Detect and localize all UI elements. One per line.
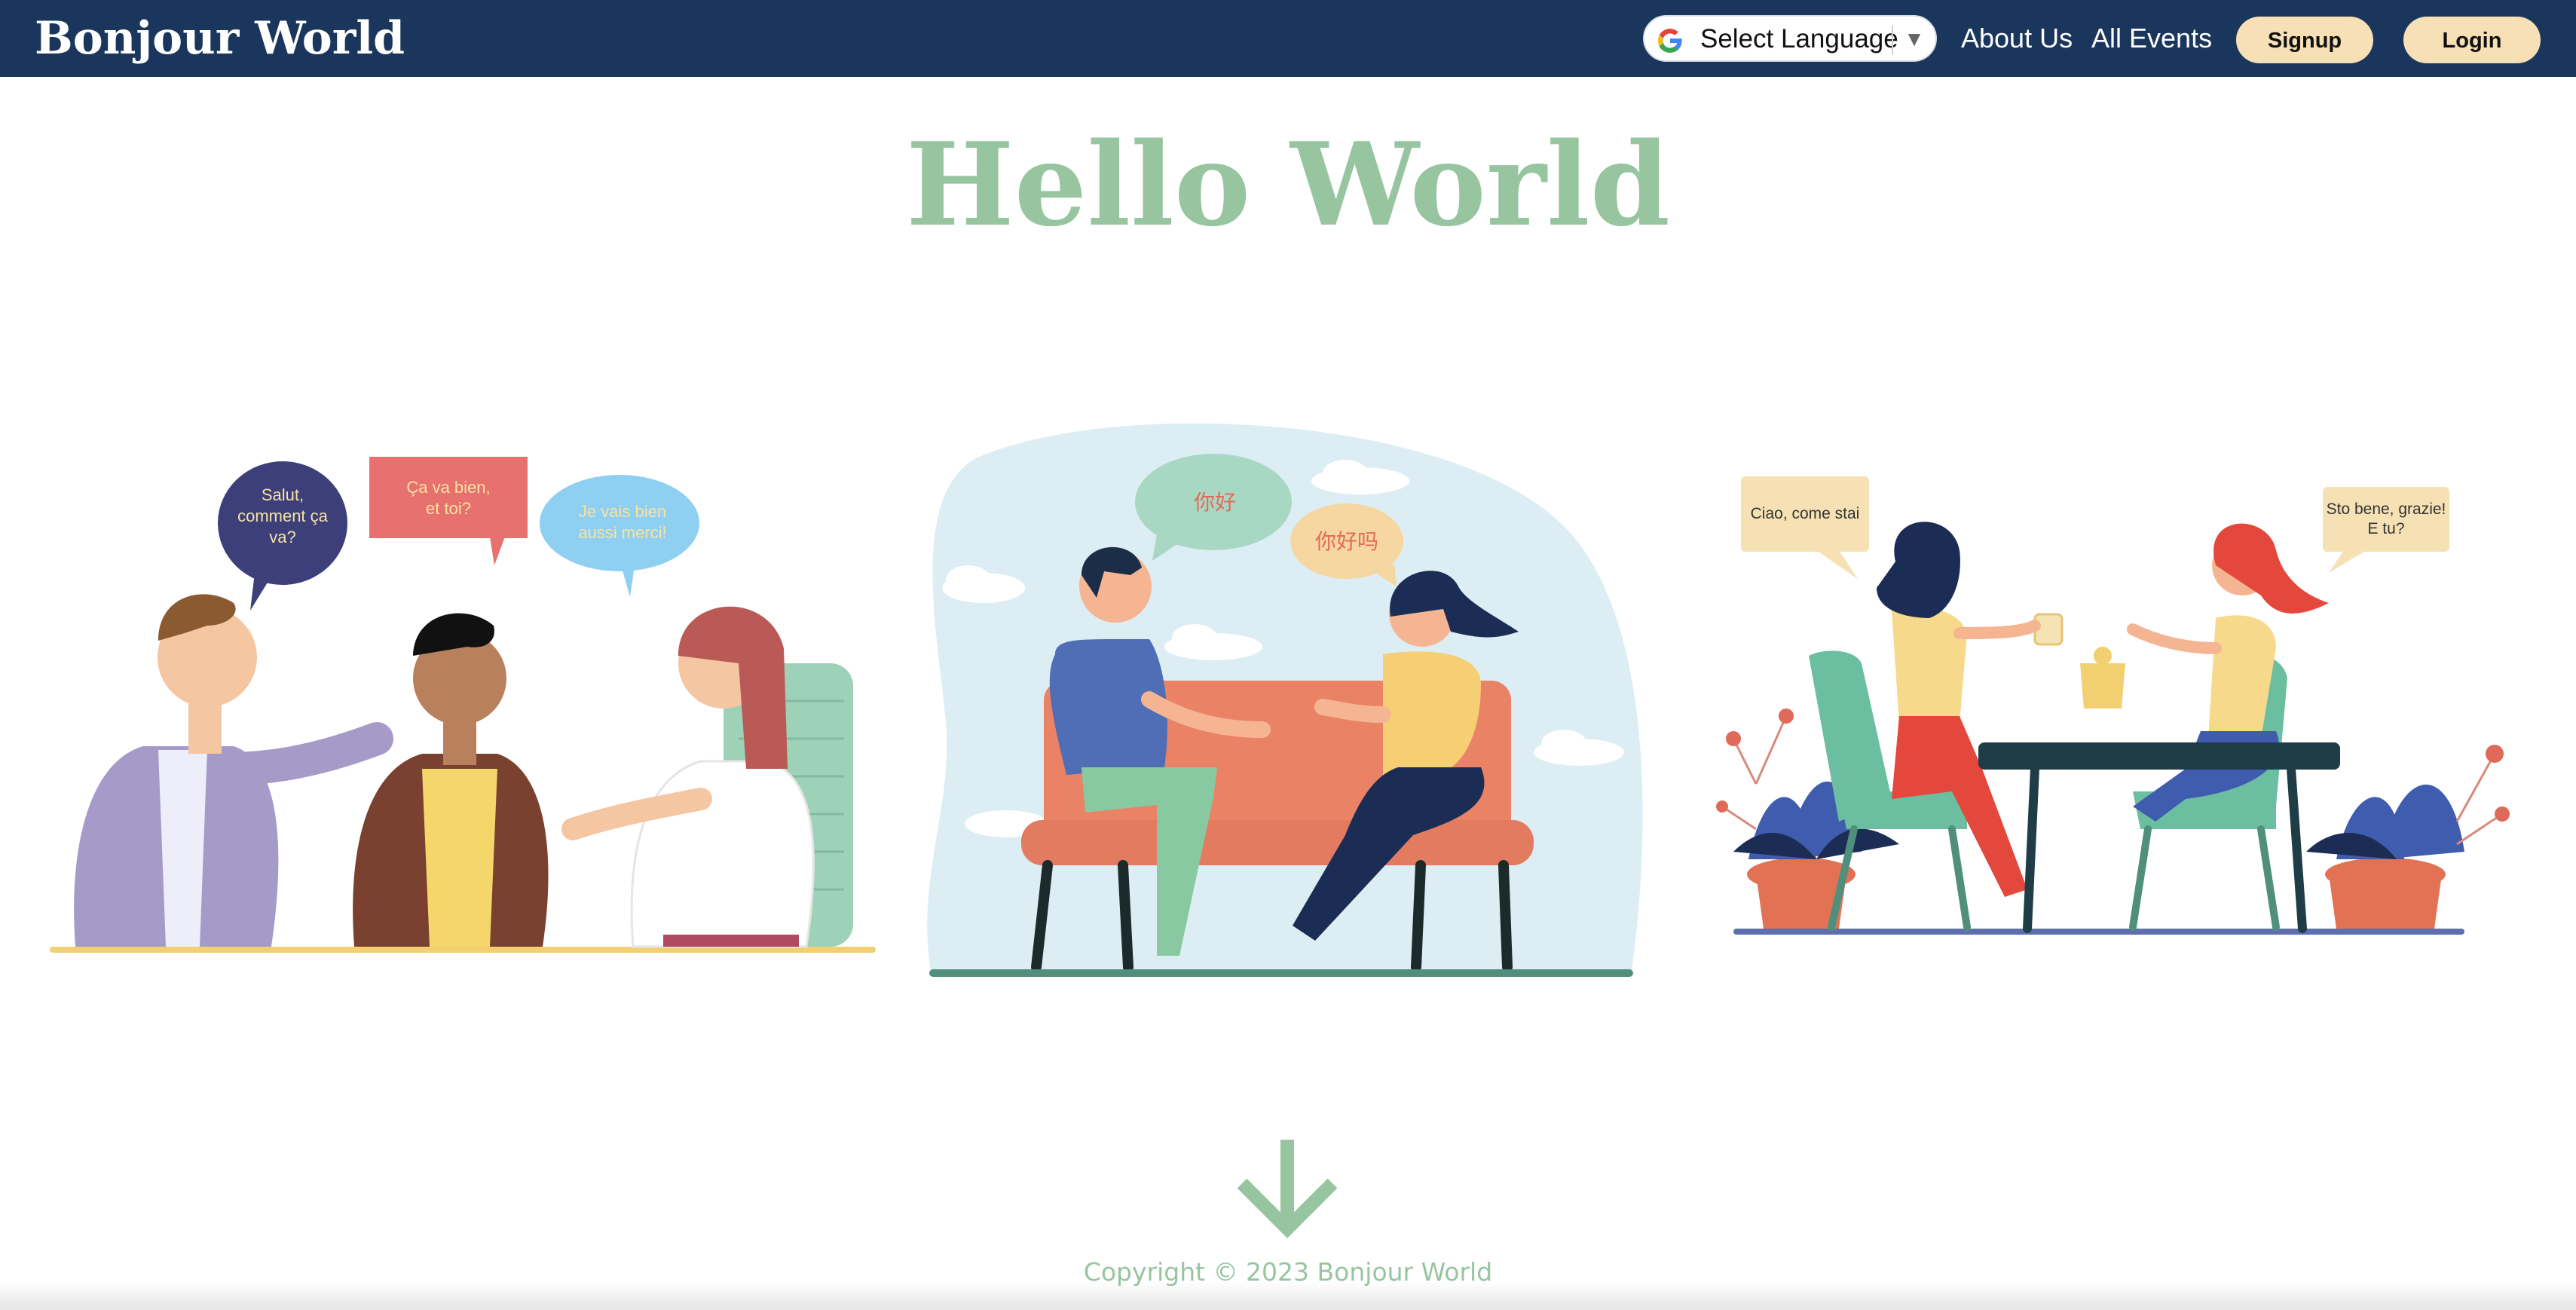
cafe-conversation-illustration: Ciao, come stai Sto bene, grazie! E tu? (1716, 476, 2510, 935)
arrow-down-icon[interactable] (1236, 1137, 1338, 1239)
triangle-down-icon[interactable]: ▼ (1901, 17, 1928, 62)
about-us-link[interactable]: About Us (1961, 17, 2073, 60)
google-g-icon (1658, 29, 1683, 53)
hero-title: Hello World (906, 117, 1670, 252)
signup-button[interactable]: Signup (2236, 17, 2373, 63)
group-conversation-illustration: Salut, comment ça va? Ça va bien, et toi? J… (50, 457, 876, 953)
bubble-ciao: Ciao, come stai (1751, 505, 1860, 522)
bubble-ni-hao: 你好 (1194, 491, 1236, 514)
login-button[interactable]: Login (2403, 17, 2541, 63)
bubble-ni-hao-ma: 你好吗 (1315, 530, 1378, 553)
language-select[interactable]: Select Language ▼ (1643, 15, 1937, 62)
navbar: Bonjour World Select Language ▼ About Us… (0, 0, 2576, 77)
all-events-link[interactable]: All Events (2091, 17, 2212, 60)
brand-logo[interactable]: Bonjour World (35, 6, 405, 71)
footer-shadow (0, 1281, 2576, 1310)
language-select-divider (1892, 26, 1893, 54)
couch-conversation-illustration: 你好 你好吗 (927, 423, 1643, 977)
language-select-label: Select Language (1700, 24, 1898, 54)
